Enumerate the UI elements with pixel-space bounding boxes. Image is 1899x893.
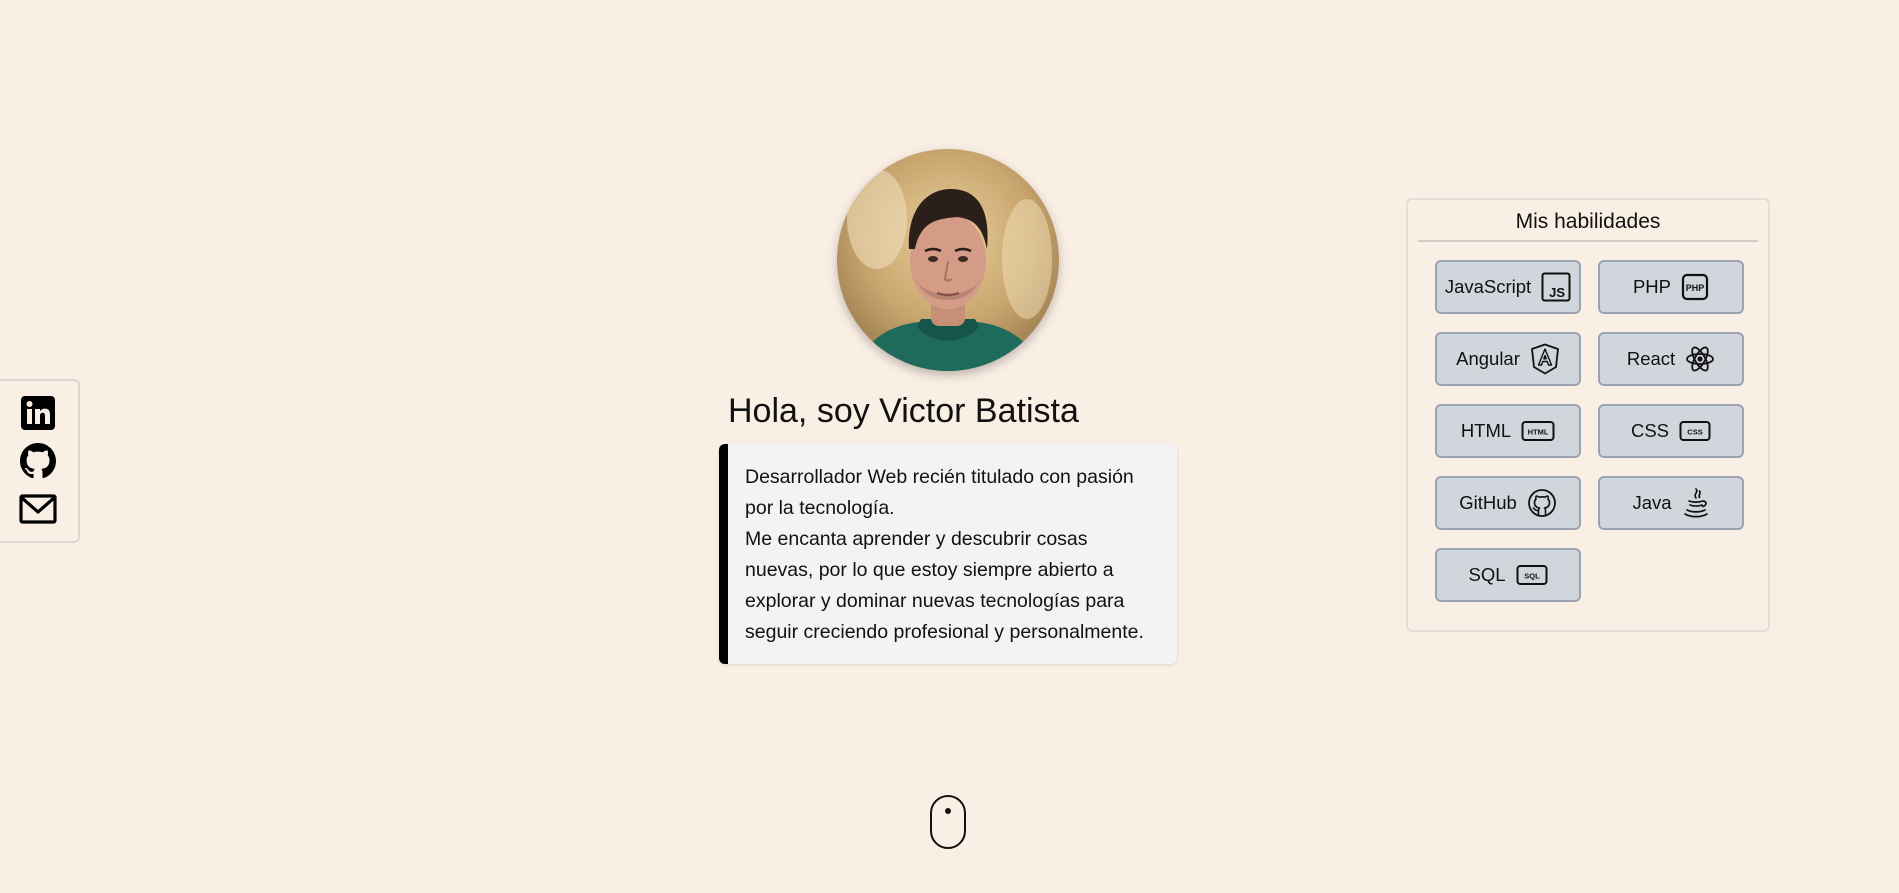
mail-icon — [19, 494, 57, 524]
css-icon: CSS — [1679, 420, 1711, 442]
linkedin-icon — [21, 396, 55, 430]
sql-icon: SQL — [1516, 564, 1548, 586]
linkedin-link[interactable] — [19, 395, 57, 431]
skill-java[interactable]: Java — [1598, 476, 1744, 530]
skill-label: PHP — [1632, 276, 1672, 297]
svg-text:CSS: CSS — [1687, 428, 1702, 437]
github-link[interactable] — [19, 443, 57, 479]
php-icon: PHP — [1681, 273, 1709, 301]
skill-react[interactable]: React — [1598, 332, 1744, 386]
email-link[interactable] — [19, 491, 57, 527]
skill-label: Angular — [1456, 348, 1520, 369]
profile-photo — [837, 149, 1059, 371]
svg-text:HTML: HTML — [1528, 428, 1549, 437]
skill-label: GitHub — [1459, 492, 1517, 513]
skill-html[interactable]: HTML HTML — [1435, 404, 1581, 458]
skill-angular[interactable]: Angular — [1435, 332, 1581, 386]
java-icon — [1682, 487, 1710, 519]
javascript-icon: JS — [1541, 272, 1571, 302]
skill-css[interactable]: CSS CSS — [1598, 404, 1744, 458]
github-icon — [1527, 488, 1557, 518]
greeting-heading: Hola, soy Victor Batista — [728, 392, 1079, 430]
skill-php[interactable]: PHP PHP — [1598, 260, 1744, 314]
social-links — [0, 379, 80, 543]
skill-label: SQL — [1468, 564, 1506, 585]
profile-avatar — [837, 149, 1059, 371]
scroll-down-indicator[interactable] — [930, 795, 966, 849]
skill-label: React — [1626, 348, 1676, 369]
bio-line: Me encanta aprender y descubrir cosas nu… — [745, 528, 1144, 643]
skill-label: CSS — [1630, 420, 1670, 441]
svg-text:PHP: PHP — [1686, 283, 1705, 293]
skill-label: Java — [1632, 492, 1672, 513]
svg-text:SQL: SQL — [1524, 572, 1540, 581]
svg-text:JS: JS — [1549, 285, 1565, 300]
skills-grid: JavaScript JS PHP PHP Angular React HTML… — [1418, 260, 1758, 602]
html-icon: HTML — [1521, 420, 1555, 442]
scroll-wheel-dot — [945, 808, 951, 814]
github-icon — [20, 443, 56, 479]
skill-github[interactable]: GitHub — [1435, 476, 1581, 530]
skill-javascript[interactable]: JavaScript JS — [1435, 260, 1581, 314]
bio-card: Desarrollador Web recién titulado con pa… — [719, 444, 1177, 664]
skill-label: HTML — [1460, 420, 1512, 441]
skills-title: Mis habilidades — [1418, 210, 1758, 242]
skills-panel: Mis habilidades JavaScript JS PHP PHP An… — [1406, 198, 1770, 632]
angular-icon — [1530, 343, 1560, 375]
bio-line: Desarrollador Web recién titulado con pa… — [745, 466, 1134, 519]
react-icon — [1685, 344, 1715, 374]
skill-sql[interactable]: SQL SQL — [1435, 548, 1581, 602]
skill-label: JavaScript — [1444, 276, 1532, 297]
